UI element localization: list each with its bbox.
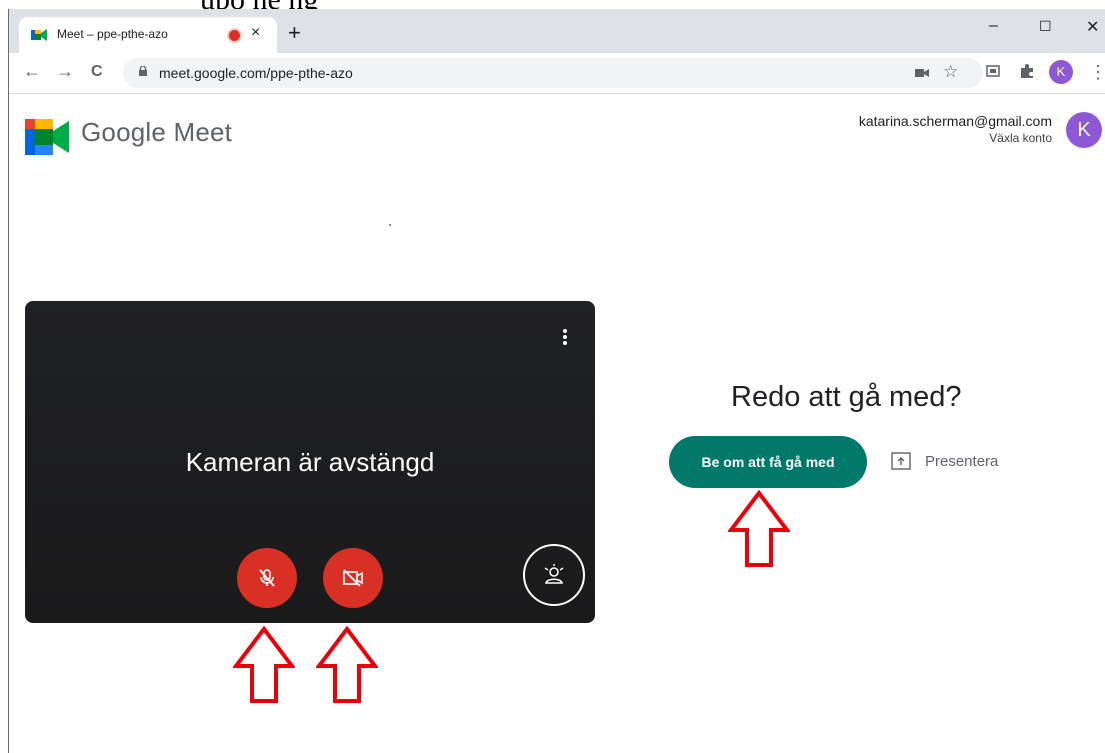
person-effects-icon xyxy=(544,564,564,584)
visual-effects-button[interactable] xyxy=(523,544,585,606)
back-button[interactable]: ← xyxy=(23,61,41,82)
meet-page: Google Meet katarina.scherman@gmail.com … xyxy=(8,93,1105,753)
present-label: Presentera xyxy=(925,452,999,470)
switch-account-link[interactable]: Växla konto xyxy=(859,131,1052,145)
annotation-arrow-icon xyxy=(233,626,295,703)
ready-heading: Redo att gå med? xyxy=(731,381,962,413)
ask-to-join-button[interactable]: Be om att få gå med xyxy=(669,436,867,488)
address-bar[interactable]: meet.google.com/ppe-pthe-azo ☆ xyxy=(123,58,983,88)
annotation-arrow-icon xyxy=(728,490,790,567)
browser-toolbar: ← → C meet.google.com/ppe-pthe-azo ☆ K ⋮ xyxy=(8,53,1105,94)
meet-favicon-icon xyxy=(31,29,47,41)
google-meet-logo-icon xyxy=(25,119,69,155)
camera-off-icon xyxy=(343,569,363,587)
maximize-button[interactable]: ☐ xyxy=(1039,18,1052,35)
camera-off-button[interactable] xyxy=(323,548,383,608)
minimize-button[interactable]: – xyxy=(989,17,998,35)
stray-dot xyxy=(389,224,391,226)
forward-button[interactable]: → xyxy=(56,61,74,82)
recording-indicator-icon xyxy=(229,30,240,41)
bookmark-star-icon[interactable]: ☆ xyxy=(943,62,958,82)
account-info: katarina.scherman@gmail.com Växla konto xyxy=(859,113,1052,145)
browser-tab-bar: Meet – ppe-pthe-azo × + – ☐ ✕ xyxy=(8,9,1105,53)
account-avatar[interactable]: K xyxy=(1066,112,1102,148)
video-preview: Kameran är avstängd xyxy=(25,301,595,623)
cast-icon[interactable] xyxy=(985,63,1001,79)
account-email: katarina.scherman@gmail.com xyxy=(858,113,1052,129)
microphone-off-button[interactable] xyxy=(237,548,297,608)
browser-tab-meet[interactable]: Meet – ppe-pthe-azo × xyxy=(19,17,277,53)
present-button[interactable]: Presentera xyxy=(891,452,998,470)
mic-off-icon xyxy=(259,569,275,587)
lock-icon xyxy=(139,66,147,76)
tab-close-icon[interactable]: × xyxy=(251,24,260,42)
tab-title: Meet – ppe-pthe-azo xyxy=(57,27,168,41)
reload-button[interactable]: C xyxy=(91,63,103,81)
browser-profile-avatar[interactable]: K xyxy=(1049,60,1073,84)
new-tab-button[interactable]: + xyxy=(288,20,301,46)
url-text: meet.google.com/ppe-pthe-azo xyxy=(159,65,353,81)
camera-in-use-icon[interactable] xyxy=(915,68,929,78)
brand-title: Google Meet xyxy=(81,117,233,147)
camera-off-status: Kameran är avstängd xyxy=(185,447,435,477)
extensions-puzzle-icon[interactable] xyxy=(1019,63,1035,79)
browser-menu-icon[interactable]: ⋮ xyxy=(1089,62,1105,83)
annotation-arrow-icon xyxy=(316,626,378,703)
more-options-icon[interactable] xyxy=(561,327,569,347)
close-window-button[interactable]: ✕ xyxy=(1086,17,1099,37)
present-upload-icon xyxy=(891,452,911,470)
